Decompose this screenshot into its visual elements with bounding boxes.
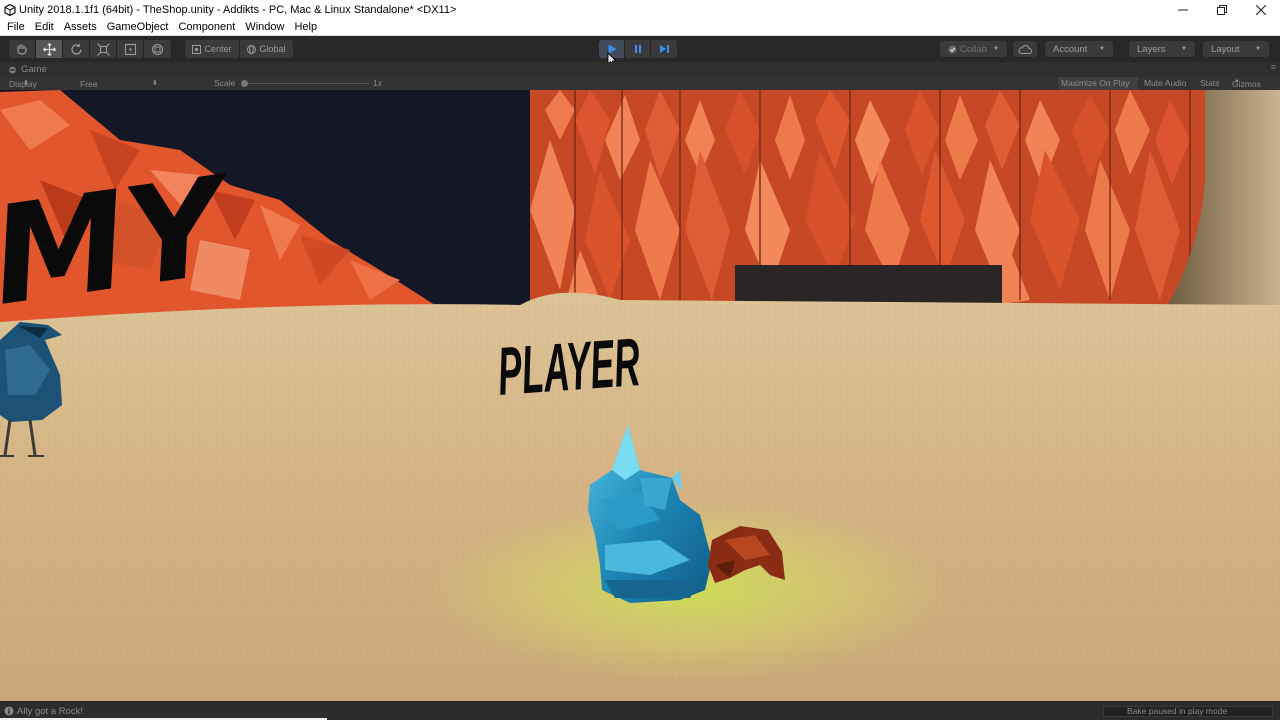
scale-icon [96,42,110,56]
tab-game[interactable]: Game [0,62,47,77]
status-message: Ally got a Rock! [17,706,83,717]
rect-tool-button[interactable] [117,40,144,58]
restore-button[interactable] [1202,0,1241,19]
transform-tool-button[interactable] [144,40,171,58]
menu-help[interactable]: Help [289,21,322,33]
menu-assets[interactable]: Assets [59,21,102,33]
layers-dropdown[interactable]: Layers ▼ [1129,41,1195,57]
unity-logo-icon [4,3,16,16]
close-window-button[interactable] [1241,0,1280,19]
mute-audio-toggle[interactable]: Mute Audio [1144,78,1187,88]
close-icon [1255,4,1266,15]
menu-edit[interactable]: Edit [30,21,59,33]
game-scene: MY PLAYER [0,90,1280,701]
chevron-updown-icon: ⬍ [23,80,29,87]
account-dropdown[interactable]: Account ▼ [1045,41,1113,57]
cloud-services-button[interactable] [1013,41,1037,57]
move-tool-button[interactable] [36,40,63,58]
bake-status: Bake paused in play mode [1127,706,1228,716]
pause-icon [634,45,641,53]
chevron-down-icon: ▼ [1255,46,1261,52]
transform-tools [9,40,171,58]
scale-slider-thumb[interactable] [241,80,248,87]
menu-component[interactable]: Component [173,21,240,33]
checkmark-icon [948,45,957,53]
chevron-down-icon: ▼ [993,46,999,52]
scale-slider[interactable] [241,80,369,87]
game-tab-bar: Game ≡ [0,62,1280,77]
rotate-tool-button[interactable] [63,40,90,58]
minimize-button[interactable] [1163,0,1202,19]
minimize-icon [1177,9,1188,10]
main-toolbar: Center Global Collab ▼ Account ▼ Layers … [0,36,1280,67]
window-title-bar: Unity 2018.1.1f1 (64bit) - TheShop.unity… [0,0,1280,19]
scene-label-player: PLAYER [495,324,642,410]
menu-bar: File Edit Assets GameObject Component Wi… [0,19,1280,36]
cloud-icon [1018,44,1032,54]
transform-icon [151,43,164,55]
collab-label: Collab [960,43,987,55]
stats-toggle[interactable]: Stats [1200,78,1219,88]
menu-gameobject[interactable]: GameObject [102,21,174,33]
chevron-updown-icon: ⬍ [152,80,158,87]
step-button[interactable] [651,40,677,58]
scale-tool-button[interactable] [90,40,117,58]
layers-label: Layers [1137,43,1166,55]
pivot-icon [192,44,202,54]
pivot-center-label: Center [204,44,232,54]
chevron-down-icon: ▼ [1181,46,1187,52]
pivot-center-button[interactable]: Center [185,40,240,58]
status-bar: Ally got a Rock! Bake paused in play mod… [0,701,1280,720]
chevron-down-icon: ▼ [1099,46,1105,52]
hand-icon [17,44,27,55]
window-title: Unity 2018.1.1f1 (64bit) - TheShop.unity… [19,3,457,16]
maximize-on-play-toggle[interactable]: Maximize On Play [1058,77,1138,90]
scale-value: 1x [373,78,382,88]
tab-game-label: Game [21,64,47,75]
layout-label: Layout [1211,43,1240,55]
game-controller-icon [9,66,16,73]
pivot-global-label: Global [259,44,286,54]
info-icon [4,706,14,716]
scale-label: Scale [214,78,236,88]
globe-icon [247,44,257,54]
restore-icon [1216,4,1227,15]
move-arrows-icon [42,42,56,56]
hand-tool-button[interactable] [9,40,36,58]
game-view-bar: Display 1 ⬍ Free Aspect ⬍ Scale 1x Maxim… [0,77,1280,99]
menu-window[interactable]: Window [240,21,289,33]
rotate-icon [70,43,82,55]
tab-menu-icon[interactable]: ≡ [1271,62,1276,72]
pause-button[interactable] [625,40,651,58]
step-icon [659,45,669,53]
game-viewport[interactable]: MY PLAYER [0,90,1280,701]
layout-dropdown[interactable]: Layout ▼ [1203,41,1269,57]
collab-dropdown[interactable]: Collab ▼ [940,41,1007,57]
menu-file[interactable]: File [2,21,30,33]
pivot-toggles: Center Global [185,40,293,58]
account-label: Account [1053,43,1088,55]
chevron-down-icon: ▼ [1234,79,1240,85]
pivot-global-button[interactable]: Global [240,40,293,58]
rect-transform-icon [124,43,136,55]
